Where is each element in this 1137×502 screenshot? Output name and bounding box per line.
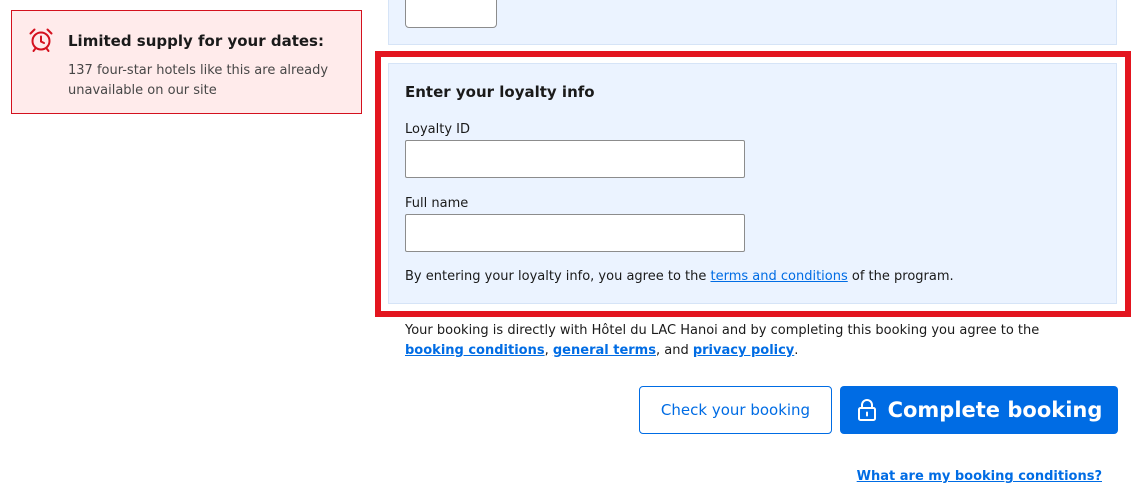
complete-booking-label: Complete booking xyxy=(887,398,1103,422)
limited-supply-alert: Limited supply for your dates: 137 four-… xyxy=(11,10,362,114)
booking-conditions-question-link[interactable]: What are my booking conditions? xyxy=(857,469,1102,484)
agreement-sep-1: , xyxy=(544,343,553,358)
agreement-sep-2: , and xyxy=(655,343,693,358)
agreement-prefix: Your booking is directly with Hôtel du L… xyxy=(405,323,1040,338)
check-your-booking-button[interactable]: Check your booking xyxy=(639,386,832,434)
alert-title: Limited supply for your dates: xyxy=(68,32,324,50)
general-terms-link[interactable]: general terms xyxy=(553,343,656,358)
previous-form-panel xyxy=(388,0,1117,45)
booking-agreement-text: Your booking is directly with Hôtel du L… xyxy=(405,321,1095,361)
alert-body: 137 four-star hotels like this are alrea… xyxy=(68,63,329,98)
privacy-policy-link[interactable]: privacy policy xyxy=(693,343,794,358)
lock-icon xyxy=(857,399,876,421)
previous-input[interactable] xyxy=(405,0,497,28)
check-booking-label: Check your booking xyxy=(660,401,811,419)
alarm-clock-icon xyxy=(29,28,53,52)
agreement-suffix: . xyxy=(794,343,799,358)
highlight-frame xyxy=(375,51,1131,317)
booking-conditions-link[interactable]: booking conditions xyxy=(405,343,545,358)
complete-booking-button[interactable]: Complete booking xyxy=(840,386,1118,434)
